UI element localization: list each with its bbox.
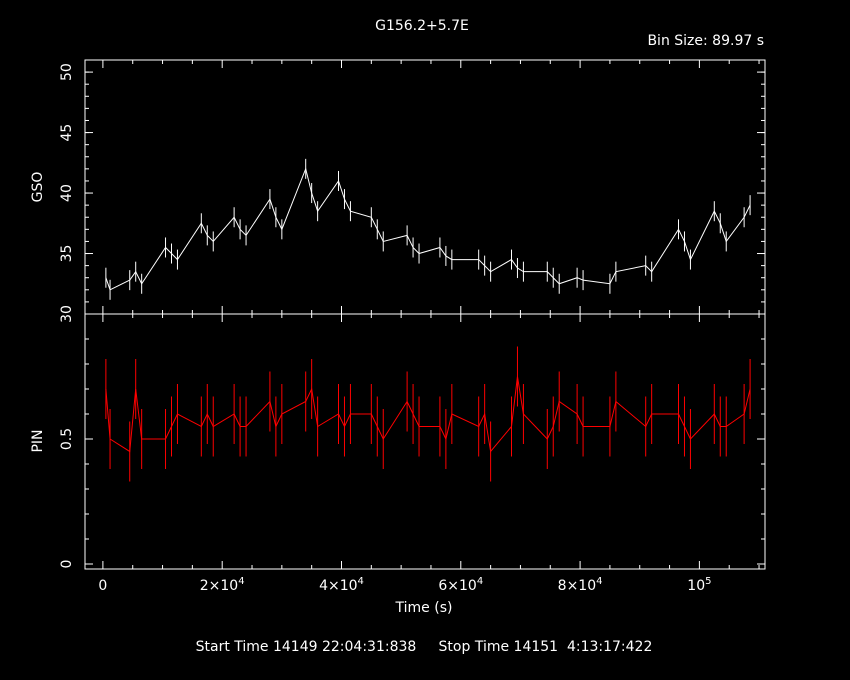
x-axis-label: Time (s) [395, 600, 453, 616]
x-tick-label-3: 6×104 [438, 576, 483, 594]
pin-y-tick-label-0: 0 [59, 560, 75, 569]
gso-y-tick-label-1: 35 [59, 245, 75, 263]
x-tick-label-2: 4×104 [319, 576, 364, 594]
gso-y-tick-label-2: 40 [59, 184, 75, 202]
x-tick-label-0: 0 [98, 578, 107, 594]
gso-y-tick-label-0: 30 [59, 305, 75, 323]
gso-y-tick-label-3: 45 [59, 124, 75, 142]
pin-y-tick-label-1: 0.5 [59, 428, 75, 450]
time-footer: Start Time 14149 22:04:31:838 Stop Time … [196, 639, 653, 655]
tick-layer: 0 2×104 4×104 6×104 8×104 105 30 35 40 45 50 0 0.5 [59, 59, 765, 594]
bin-size-label: Bin Size: 89.97 s [647, 33, 764, 49]
x-tick-label-1: 2×104 [200, 576, 245, 594]
gso-series-line [105, 167, 751, 291]
bottom-panel-frame [84, 313, 766, 570]
gso-axis-label: GSO [30, 172, 46, 203]
light-curve-chart: G156.2+5.7E Bin Size: 89.97 s GSO PIN Ti… [30, 18, 766, 655]
data-layer [105, 158, 751, 482]
chart-title: G156.2+5.7E [375, 18, 469, 34]
gso-y-tick-label-4: 50 [59, 63, 75, 81]
x-tick-label-4: 8×104 [558, 576, 603, 594]
x-tick-label-5: 105 [687, 576, 711, 594]
top-panel-frame [84, 59, 766, 315]
pin-axis-label: PIN [30, 429, 46, 452]
pin-series-line [105, 376, 751, 453]
